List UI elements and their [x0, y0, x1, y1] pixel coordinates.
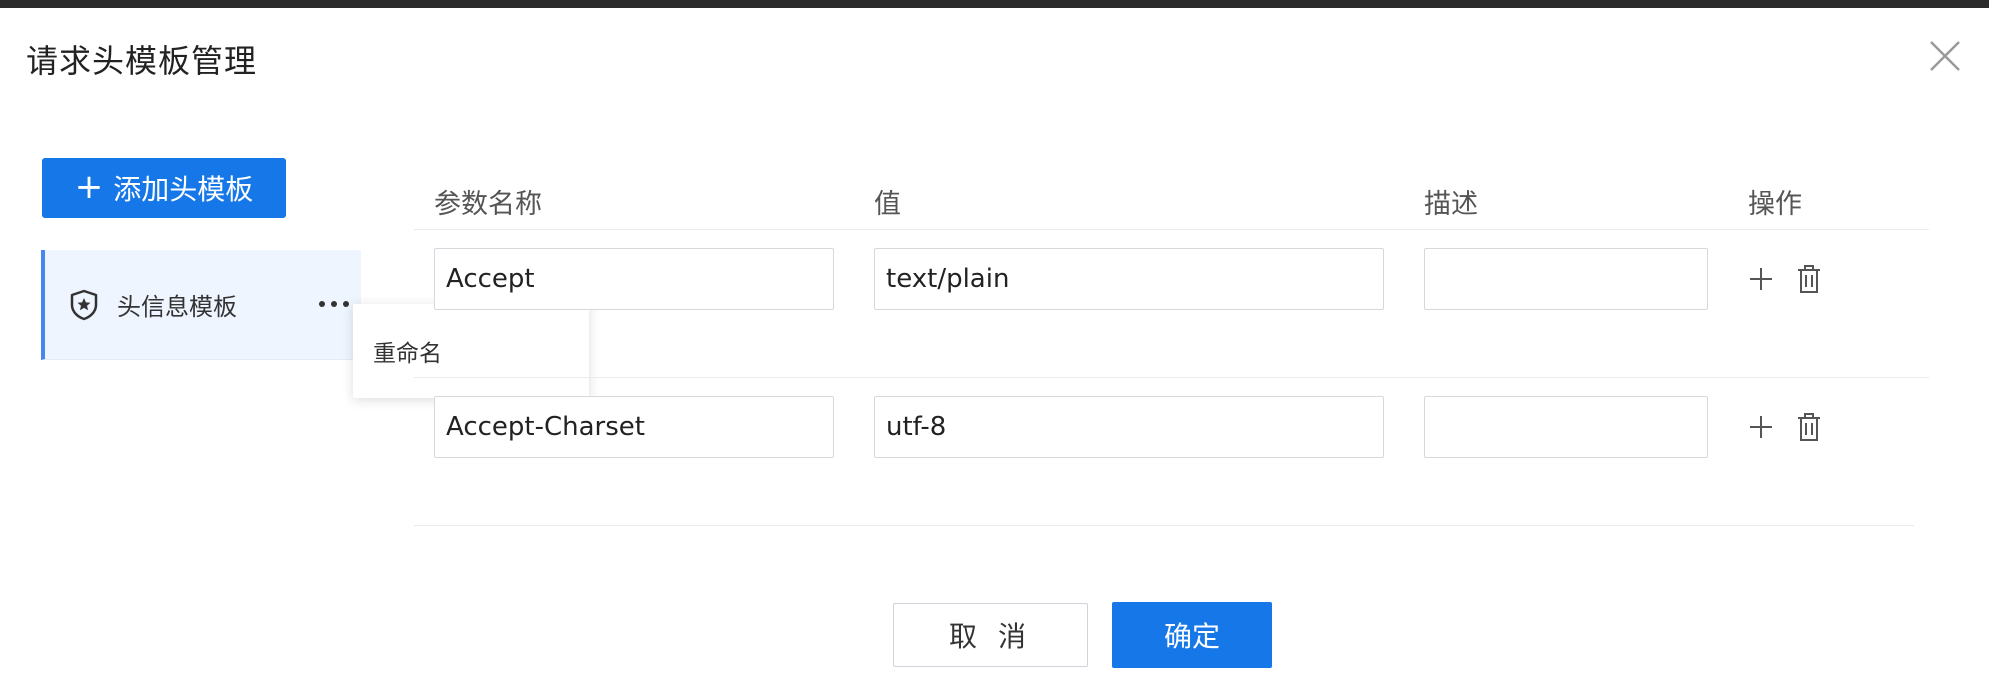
template-item[interactable]: 头信息模板: [41, 250, 361, 360]
template-item-label: 头信息模板: [117, 293, 237, 321]
row-divider: [414, 377, 1929, 378]
column-header-name: 参数名称: [434, 189, 542, 220]
column-header-value: 值: [874, 189, 901, 220]
param-value-input[interactable]: [874, 396, 1384, 458]
add-template-button[interactable]: + 添加头模板: [42, 158, 286, 218]
table-bottom-divider: [414, 525, 1914, 526]
confirm-button[interactable]: 确定: [1112, 602, 1272, 668]
window-top-bar: [0, 0, 1989, 8]
more-horizontal-icon[interactable]: [319, 292, 349, 316]
shield-star-icon: [69, 289, 99, 321]
trash-icon[interactable]: [1796, 412, 1822, 442]
plus-icon[interactable]: [1748, 266, 1774, 292]
plus-icon[interactable]: [1748, 414, 1774, 440]
column-header-description: 描述: [1424, 189, 1478, 220]
param-name-input[interactable]: [434, 396, 834, 458]
add-template-label: 添加头模板: [113, 173, 254, 206]
trash-icon[interactable]: [1796, 264, 1822, 294]
plus-icon: +: [74, 167, 104, 207]
param-description-input[interactable]: [1424, 396, 1708, 458]
param-name-input[interactable]: [434, 248, 834, 310]
param-value-input[interactable]: [874, 248, 1384, 310]
close-icon[interactable]: [1925, 36, 1965, 76]
dialog-title: 请求头模板管理: [26, 42, 258, 80]
column-header-actions: 操作: [1748, 189, 1802, 220]
template-manager-dialog: 请求头模板管理 + 添加头模板 头信息模板 重命名 参数名称 值 描述 操作 A…: [0, 8, 1989, 689]
param-description-input[interactable]: [1424, 248, 1708, 310]
template-context-menu: 重命名: [353, 304, 589, 398]
header-divider: [414, 229, 1929, 230]
cancel-button[interactable]: 取 消: [893, 603, 1088, 667]
rename-menu-item[interactable]: 重命名: [373, 334, 442, 368]
